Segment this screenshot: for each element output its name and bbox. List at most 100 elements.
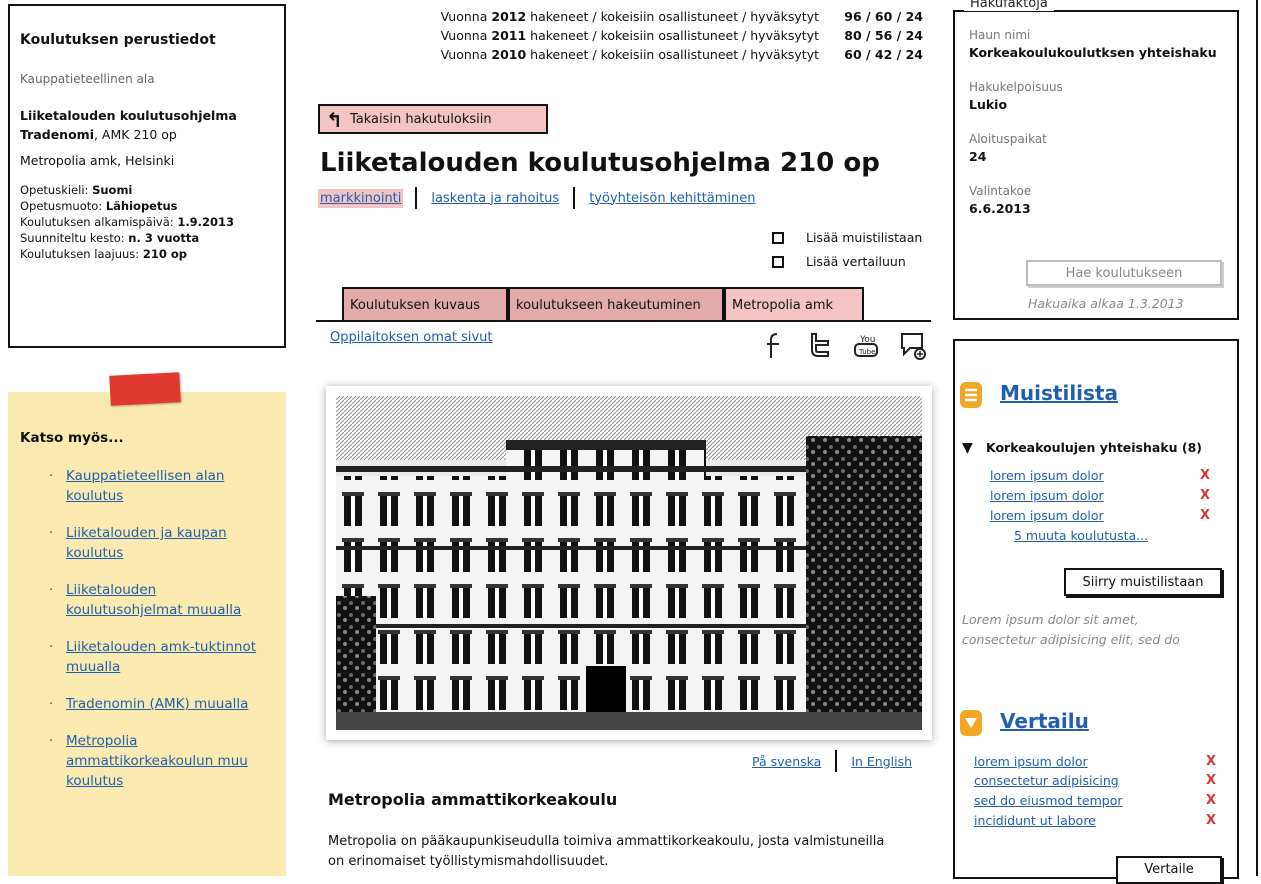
checkbox-icon[interactable]	[772, 231, 784, 244]
go-to-memo-button[interactable]: Siirry muistilistaan	[1064, 568, 1222, 596]
remove-icon[interactable]: X	[1200, 508, 1210, 523]
tab-label: Koulutuksen kuvaus	[350, 297, 480, 313]
see-also-link[interactable]: Liiketalouden ja kaupan koulutus	[66, 525, 227, 561]
stat-numbers: 96 / 60 / 24	[844, 9, 923, 24]
stat-prefix: Vuonna	[440, 28, 492, 43]
remove-icon[interactable]: X	[1200, 468, 1210, 483]
tab-applying[interactable]: koulutukseen hakeutuminen	[508, 287, 724, 321]
facebook-icon[interactable]	[760, 330, 788, 360]
tab-label: koulutukseen hakeutuminen	[516, 297, 701, 313]
list-item: · Liiketalouden ja kaupan koulutus	[20, 523, 276, 563]
info-row: Opetusmuoto: Lähiopetus	[20, 198, 274, 214]
compare-item-link[interactable]: lorem ipsum dolor	[974, 754, 1088, 769]
info-value: 210 op	[142, 247, 187, 261]
see-also-link[interactable]: Metropolia ammattikorkeakoulun muu koulu…	[66, 733, 248, 789]
bullet-icon: ·	[49, 639, 54, 655]
info-row: Koulutuksen laajuus: 210 op	[20, 246, 274, 262]
info-value: n. 3 vuotta	[128, 231, 200, 245]
twitter-icon[interactable]	[806, 330, 834, 360]
program-name: Liiketalouden koulutusohjelma	[20, 108, 237, 123]
stat-suffix: hakeneet / kokeisiin osallistuneet / hyv…	[526, 47, 819, 62]
tab-school[interactable]: Metropolia amk	[724, 287, 864, 321]
add-to-memo-checkbox[interactable]: Lisää muistilistaan	[772, 230, 922, 245]
tabs-divider	[316, 320, 931, 322]
fact-value: Lukio	[969, 97, 1008, 112]
list-item: · Liiketalouden amk-tuktinnot muualla	[20, 637, 276, 677]
fact-label: Aloituspaikat	[969, 132, 1047, 146]
memo-item-link[interactable]: lorem ipsum dolor	[990, 508, 1104, 523]
info-label: Opetuskieli:	[20, 183, 93, 197]
stat-line: Vuonna 2011 hakeneet / kokeisiin osallis…	[441, 28, 923, 43]
bullet-icon: ·	[49, 468, 54, 484]
school-description: Metropolia on pääkaupunkiseudulla toimiv…	[328, 834, 885, 869]
fact-label: Haun nimi	[969, 28, 1031, 42]
see-also-list: · Kauppatieteellisen alan koulutus · Liike…	[20, 466, 276, 791]
compare-item-link[interactable]: consectetur adipisicing	[974, 773, 1119, 788]
list-item: · Kauppatieteellisen alan koulutus	[20, 466, 276, 506]
back-to-results-button[interactable]: ↰ Takaisin hakutuloksiin	[318, 104, 548, 134]
list-item: · Liiketalouden koulutusohjelmat muualla	[20, 580, 276, 620]
collapse-triangle-icon[interactable]: ▼	[962, 440, 973, 456]
stat-suffix: hakeneet / kokeisiin osallistuneet / hyv…	[526, 9, 819, 24]
svg-text:You: You	[859, 335, 876, 345]
info-label: Suunniteltu kesto:	[20, 231, 129, 245]
compare-button[interactable]: Vertaile	[1116, 856, 1222, 884]
info-value: Lähiopetus	[105, 199, 178, 213]
tab-label: Metropolia amk	[732, 297, 834, 313]
fact-value: 6.6.2013	[969, 201, 1031, 216]
stat-line: Vuonna 2010 hakeneet / kokeisiin osallis…	[441, 47, 923, 62]
compare-title[interactable]: Vertailu	[1000, 709, 1089, 733]
language-separator	[835, 750, 838, 772]
remove-icon[interactable]: X	[1206, 754, 1216, 769]
info-value: Suomi	[92, 183, 133, 197]
basic-info-box: Koulutuksen perustiedot Kauppatieteellin…	[8, 4, 286, 348]
degree-title: Tradenomi	[20, 127, 94, 142]
youtube-icon[interactable]: You Tube	[852, 330, 880, 360]
remove-icon[interactable]: X	[1206, 793, 1216, 808]
see-also-link[interactable]: Tradenomin (AMK) muualla	[66, 696, 248, 712]
stat-suffix: hakeneet / kokeisiin osallistuneet / hyv…	[526, 28, 819, 43]
degree-detail: , AMK 210 op	[93, 127, 177, 142]
compare-item-link[interactable]: sed do eiusmod tempor	[974, 793, 1123, 808]
stat-numbers: 80 / 56 / 24	[844, 28, 923, 43]
funnel-icon	[960, 710, 982, 736]
checkbox-label: Lisää vertailuun	[806, 254, 906, 269]
page-title: Liiketalouden koulutusohjelma 210 op	[320, 148, 880, 178]
tab-description[interactable]: Koulutuksen kuvaus	[342, 287, 508, 321]
school-own-pages-link[interactable]: Oppilaitoksen omat sivut	[330, 330, 493, 345]
english-link[interactable]: In English	[851, 754, 912, 769]
info-label: Koulutuksen alkamispäivä:	[20, 215, 178, 229]
fact-label: Hakukelpoisuus	[969, 80, 1063, 94]
tag-link[interactable]: laskenta ja rahoitus	[429, 189, 561, 208]
memo-item-link[interactable]: lorem ipsum dolor	[990, 488, 1104, 503]
info-value: 1.9.2013	[177, 215, 235, 229]
see-also-link[interactable]: Kauppatieteellisen alan koulutus	[66, 468, 224, 504]
tape-decoration	[109, 372, 181, 406]
tag-separator	[573, 187, 576, 209]
basic-info-title: Koulutuksen perustiedot	[20, 32, 216, 48]
back-button-label: Takaisin hakutuloksiin	[350, 111, 492, 127]
memo-title[interactable]: Muistilista	[1000, 381, 1118, 405]
tag-link[interactable]: markkinointi	[318, 188, 404, 208]
see-also-link[interactable]: Liiketalouden amk-tuktinnot muualla	[66, 639, 256, 675]
chat-icon[interactable]	[898, 330, 926, 360]
add-to-compare-checkbox[interactable]: Lisää vertailuun	[772, 254, 906, 269]
checkbox-icon[interactable]	[772, 255, 784, 268]
compare-item-link[interactable]: incididunt ut labore	[974, 813, 1096, 828]
see-also-link[interactable]: Liiketalouden koulutusohjelmat muualla	[66, 582, 241, 618]
swedish-link[interactable]: På svenska	[752, 754, 821, 769]
remove-icon[interactable]: X	[1206, 773, 1216, 788]
list-item: · Metropolia ammattikorkeakoulun muu koul…	[20, 731, 276, 791]
remove-icon[interactable]: X	[1206, 813, 1216, 828]
memo-group-header[interactable]: Korkeakoulujen yhteishaku (8)	[986, 440, 1202, 455]
svg-text:Tube: Tube	[858, 348, 875, 356]
tag-link[interactable]: työyhteisön kehittäminen	[587, 189, 757, 208]
checkbox-label: Lisää muistilistaan	[806, 230, 923, 245]
more-trainings-link[interactable]: 5 muuta koulutusta...	[1014, 528, 1148, 543]
school-photo	[326, 386, 932, 740]
remove-icon[interactable]: X	[1200, 488, 1210, 503]
memo-item-link[interactable]: lorem ipsum dolor	[990, 468, 1104, 483]
school-heading: Metropolia ammattikorkeakoulu	[328, 790, 618, 809]
degree: Tradenomi, AMK 210 op	[20, 127, 274, 142]
apply-button[interactable]: Hae koulutukseen	[1026, 260, 1222, 286]
